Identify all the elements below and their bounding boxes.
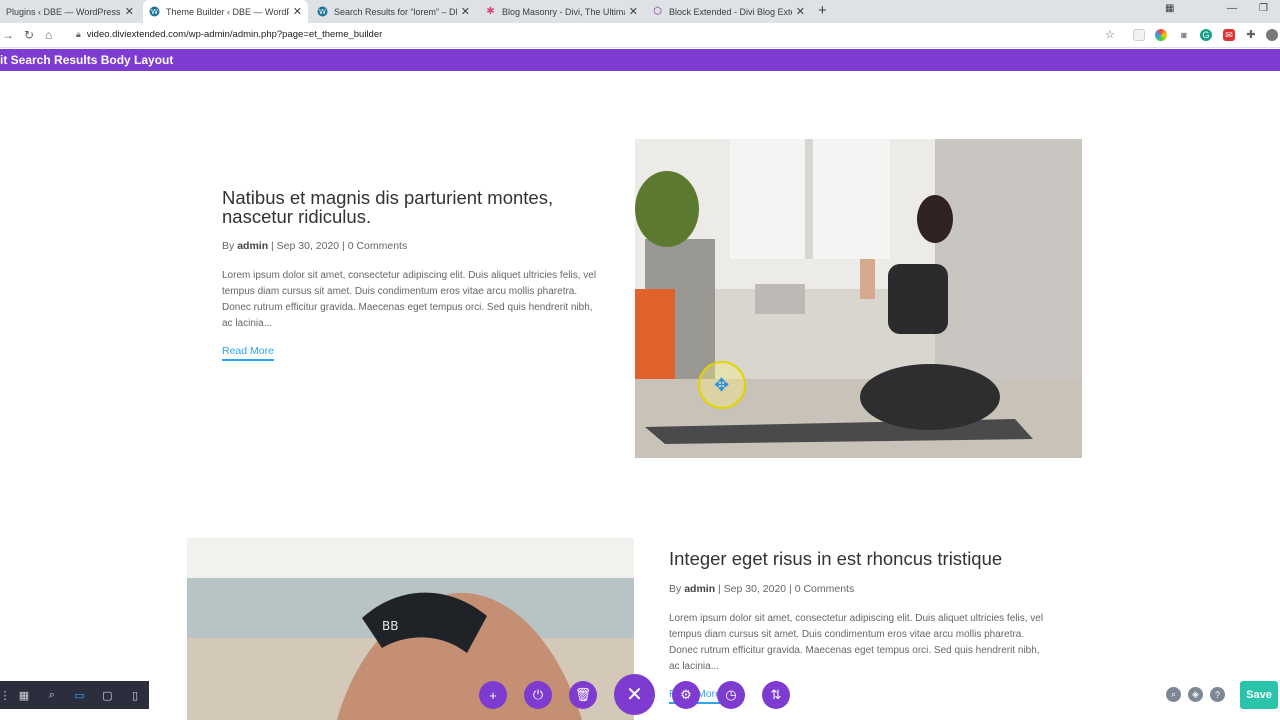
read-more-link[interactable]: Read More [222,345,274,361]
close-icon[interactable]: ✕ [461,5,470,18]
tab-blog-masonry[interactable]: ✱ Blog Masonry - Divi, The Ultimate ✕ [479,0,644,23]
tab-title: Theme Builder ‹ DBE — WordPress [166,6,289,17]
mail-icon[interactable]: ✉ [1223,29,1235,41]
post-excerpt: Lorem ipsum dolor sit amet, consectetur … [222,270,597,329]
save-button[interactable]: Save [1240,681,1278,709]
move-icon[interactable]: ✥ [714,375,729,395]
close-icon[interactable]: ✕ [796,5,805,18]
post-meta: By admin | Sep 30, 2020 | 0 Comments [222,240,407,252]
gear-icon: ✱ [486,6,495,17]
by-label: By [222,240,235,252]
author-link[interactable]: admin [684,583,715,595]
history-button[interactable]: ◷ [717,681,745,709]
extension-icon[interactable] [1133,29,1145,41]
post-excerpt: Lorem ipsum dolor sit amet, consectetur … [669,613,1044,672]
zoom-icon[interactable]: ⌕ [38,681,66,709]
close-icon[interactable]: ✕ [293,5,302,18]
home-icon[interactable]: ⌂ [45,28,52,42]
shield-icon: ⬡ [653,6,662,17]
minimize-icon[interactable]: — [1227,3,1237,14]
tab-title: Search Results for “lorem” – DBE [334,6,457,17]
post-meta: By admin | Sep 30, 2020 | 0 Comments [669,583,854,595]
meta-details: | Sep 30, 2020 | 0 Comments [715,583,855,595]
page-title: it Search Results Body Layout [0,53,174,67]
tab-title: Blog Masonry - Divi, The Ultimate [502,6,625,17]
star-icon[interactable]: ☆ [1105,28,1115,41]
tab-title: Plugins ‹ DBE — WordPress [6,6,121,17]
puzzle-icon[interactable]: ✚ [1245,29,1257,41]
close-icon[interactable]: ✕ [125,5,134,18]
tab-theme-builder[interactable]: W Theme Builder ‹ DBE — WordPress ✕ [143,0,308,23]
add-module-button[interactable]: + [479,681,507,709]
post-featured-image-yoga[interactable] [635,139,1082,458]
help-icon[interactable]: ? [1210,687,1225,702]
tab-title: Block Extended - Divi Blog Extended [669,6,792,17]
tablet-view-icon[interactable]: ▢ [93,681,121,709]
trash-button[interactable]: 🗑︎ [569,681,597,709]
avatar[interactable] [1266,29,1278,41]
post-title[interactable]: Natibus et magnis dis parturient montes,… [222,188,602,226]
lock-icon: 🔒︎ [76,29,81,39]
author-link[interactable]: admin [237,240,268,252]
svg-text:W: W [151,8,158,16]
tab-search-results[interactable]: W Search Results for “lorem” – DBE ✕ [311,0,476,23]
tab-plugins[interactable]: Plugins ‹ DBE — WordPress ✕ [0,0,140,23]
menu-dots-icon[interactable]: ⋮ [0,681,11,709]
forward-icon[interactable]: → [2,28,14,42]
view-mode-toolbar: ⋮ ▦ ⌕ ▭ ▢ ▯ [0,681,149,709]
settings-button[interactable]: ⚙ [672,681,700,709]
tab-blog-extended[interactable]: ⬡ Block Extended - Divi Blog Extended ✕ [646,0,811,23]
restore-icon[interactable]: ❐ [1259,3,1268,14]
portability-button[interactable]: ⇅ [762,681,790,709]
url-text: video.diviextended.com/wp-admin/admin.ph… [86,29,383,40]
wordpress-icon: W [317,6,328,17]
wireframe-view-icon[interactable]: ▦ [10,681,38,709]
color-picker-icon[interactable] [1155,29,1167,41]
power-button[interactable]: ⏻ [524,681,552,709]
svg-text:W: W [319,8,326,16]
grammarly-icon[interactable]: G [1200,29,1212,41]
svg-text:BB: BB [382,619,398,633]
post-featured-image-stretch[interactable]: BB [187,538,634,720]
monitor-icon: ▦ [1165,3,1175,14]
browser-tab-strip: Plugins ‹ DBE — WordPress ✕ W Theme Buil… [0,0,1280,23]
desktop-view-icon[interactable]: ▭ [66,681,94,709]
wordpress-icon: W [149,6,160,17]
by-label: By [669,583,682,595]
post-title[interactable]: Integer eget risus in est rhoncus tristi… [669,549,1089,568]
layers-icon[interactable]: ◈ [1188,687,1203,702]
close-icon[interactable]: ✕ [629,5,638,18]
search-icon[interactable]: ⌕ [1166,687,1181,702]
close-button[interactable]: ✕ [614,674,655,715]
new-tab-plus-icon[interactable]: + [818,2,827,19]
reload-icon[interactable]: ↻ [24,28,34,42]
phone-view-icon[interactable]: ▯ [121,681,149,709]
address-bar[interactable]: 🔒︎ video.diviextended.com/wp-admin/admin.… [76,29,382,40]
meta-details: | Sep 30, 2020 | 0 Comments [268,240,408,252]
builder-header: it Search Results Body Layout [0,49,1280,71]
cursor-highlight: ✥ [698,361,746,409]
camera-icon[interactable]: ◙ [1178,29,1190,41]
browser-toolbar: → ↻ ⌂ 🔒︎ video.diviextended.com/wp-admin/… [0,23,1280,48]
